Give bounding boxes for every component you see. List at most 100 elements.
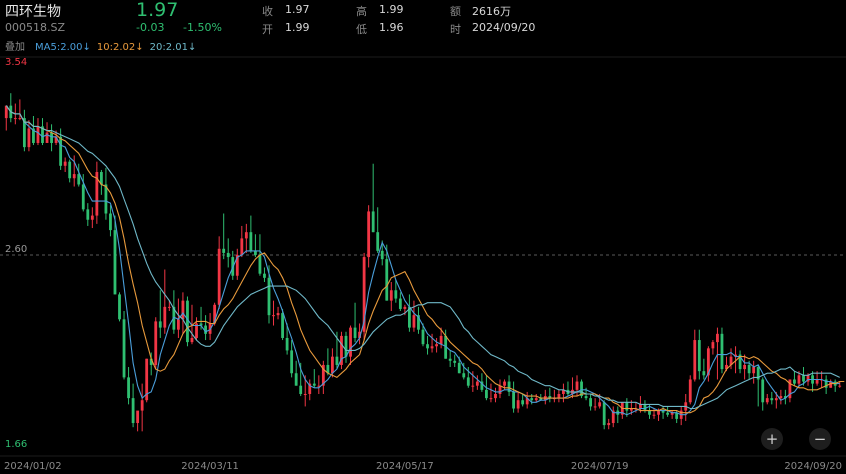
candle-body — [412, 315, 416, 328]
candle-body — [743, 364, 747, 370]
ma10-line — [5, 105, 845, 414]
candle-body — [516, 400, 520, 409]
candle-body — [435, 344, 438, 347]
candle-body — [290, 350, 294, 374]
candle-body — [797, 375, 801, 384]
candle-body — [752, 367, 756, 374]
minus-icon: − — [813, 430, 827, 448]
candles — [4, 93, 842, 432]
zoom-out-button[interactable]: − — [809, 428, 831, 450]
candle-body — [127, 377, 130, 399]
candle-body — [485, 389, 488, 399]
candle-body — [530, 398, 534, 401]
candle-body — [453, 360, 457, 363]
candle-body — [584, 396, 588, 399]
candle-body — [657, 410, 660, 415]
candle-body — [521, 400, 525, 405]
x-tick-label: 2024/03/11 — [181, 461, 239, 472]
candle-body — [720, 333, 724, 370]
moving-average-lines — [5, 105, 845, 416]
candle-body — [72, 174, 76, 179]
candle-body — [666, 412, 670, 415]
candle-body — [226, 252, 230, 258]
candle-body — [471, 385, 475, 387]
candle-body — [589, 398, 593, 407]
candle-body — [263, 273, 266, 278]
candle-body — [761, 379, 765, 403]
candle-body — [27, 128, 31, 148]
candle-body — [249, 232, 253, 251]
candle-body — [385, 259, 389, 301]
candle-body — [59, 136, 63, 166]
candle-body — [353, 327, 357, 338]
candle-body — [181, 300, 185, 320]
candle-body — [557, 393, 561, 399]
candle-body — [18, 118, 22, 120]
candle-body — [190, 337, 194, 343]
candle-body — [267, 277, 271, 316]
candle-body — [68, 161, 72, 179]
candle-body — [344, 335, 348, 357]
x-tick-label: 2024/09/20 — [784, 461, 842, 472]
candle-body — [688, 379, 692, 403]
candle-body — [421, 329, 425, 345]
candle-body — [50, 132, 53, 143]
candle-body — [607, 423, 611, 426]
candle-body — [430, 346, 434, 349]
x-axis-labels: 2024/01/02 2024/03/11 2024/05/17 2024/07/19… — [4, 461, 842, 472]
candle-body — [534, 398, 538, 401]
candle-body — [697, 340, 701, 372]
candle-body — [747, 364, 751, 374]
candle-body — [652, 414, 656, 416]
x-tick-label: 2024/01/02 — [4, 461, 62, 472]
candle-body — [90, 215, 94, 220]
candlestick-chart[interactable]: 3.54 2.60 1.66 2024/01/02 2024/03/11 2024/05… — [0, 0, 846, 474]
candle-body — [475, 381, 479, 386]
zoom-in-button[interactable]: + — [761, 428, 783, 450]
candle-body — [403, 306, 407, 309]
candle-body — [774, 398, 778, 401]
candle-body — [349, 327, 352, 357]
candle-body — [285, 337, 289, 351]
candle-body — [376, 232, 380, 251]
candle-body — [244, 232, 248, 239]
candle-body — [503, 381, 506, 386]
candle-body — [593, 406, 597, 408]
candle-body — [335, 356, 339, 365]
candle-body — [489, 398, 493, 400]
candle-body — [802, 375, 805, 382]
y-tick-label: 2.60 — [5, 244, 27, 255]
candle-body — [398, 298, 402, 309]
candle-body — [222, 248, 226, 253]
candle-body — [154, 321, 158, 365]
candle-body — [303, 393, 307, 395]
candle-body — [63, 161, 67, 166]
ma5-line — [5, 105, 840, 416]
candle-body — [462, 373, 466, 378]
candle-body — [815, 379, 819, 384]
candle-body — [448, 358, 452, 361]
candle-body — [81, 184, 85, 210]
candle-body — [217, 248, 221, 305]
candle-body — [498, 385, 502, 394]
candle-body — [131, 398, 135, 424]
candle-body — [312, 383, 316, 386]
x-tick-label: 2024/05/17 — [376, 461, 434, 472]
candle-body — [240, 238, 244, 255]
candle-body — [439, 335, 443, 345]
candle-body — [639, 404, 642, 409]
candle-body — [598, 402, 602, 407]
candle-body — [258, 255, 262, 274]
candle-body — [253, 250, 257, 255]
candle-body — [602, 402, 606, 426]
candle-body — [176, 319, 180, 330]
candle-body — [575, 381, 579, 390]
candle-body — [158, 321, 162, 328]
candle-body — [167, 306, 171, 308]
x-tick-label: 2024/07/19 — [571, 461, 629, 472]
candle-body — [113, 230, 117, 295]
candle-body — [140, 400, 144, 411]
candle-body — [426, 344, 429, 349]
candle-body — [281, 313, 284, 338]
candle-body — [299, 385, 303, 394]
